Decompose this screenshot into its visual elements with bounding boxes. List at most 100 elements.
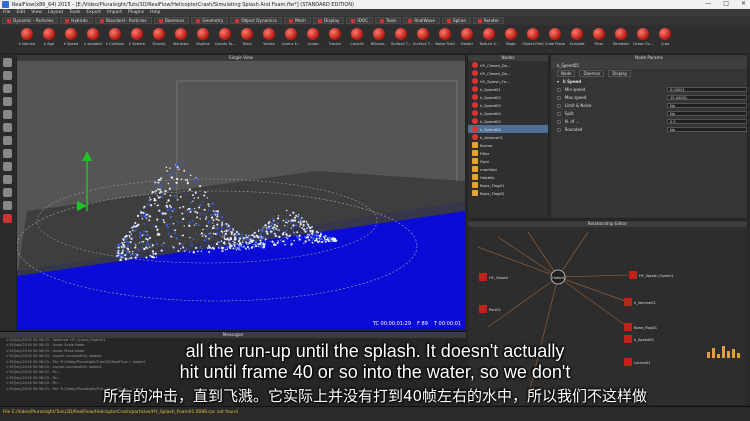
tab-daemon[interactable]: Daemon: [579, 69, 605, 77]
move-tool-icon[interactable]: [3, 71, 12, 80]
toolbar-button[interactable]: Vortex: [258, 25, 280, 54]
gear-icon[interactable]: [3, 149, 12, 158]
toolbar-button[interactable]: Coords To...: [214, 25, 236, 54]
node-row[interactable]: k_Volume01: [468, 133, 548, 141]
toolbar-button[interactable]: Texture V...: [478, 25, 500, 54]
toolbar-button[interactable]: Limbo: [302, 25, 324, 54]
menu-item-view[interactable]: View: [31, 10, 42, 15]
param-value[interactable]: No: [667, 110, 747, 116]
daemon-icon[interactable]: [3, 201, 12, 210]
shelf-tab[interactable]: Object Dynamics: [230, 17, 282, 24]
toolbar-button[interactable]: Attractor: [170, 25, 192, 54]
node-row[interactable]: Bone_Flag02: [468, 189, 548, 197]
toolbar-button[interactable]: Heater: [456, 25, 478, 54]
checkbox-icon[interactable]: □: [557, 103, 561, 108]
node-row[interactable]: Burner: [468, 141, 548, 149]
select-tool-icon[interactable]: [3, 58, 12, 67]
shelf-tab[interactable]: Mesh: [283, 17, 311, 24]
shelf-tab[interactable]: RealWave: [403, 17, 440, 24]
param-value[interactable]: No: [667, 102, 747, 108]
toolbar-button[interactable]: Dspline: [192, 25, 214, 54]
param-value[interactable]: 0.00001: [667, 86, 747, 92]
record-icon[interactable]: [3, 214, 12, 223]
shelf-tab[interactable]: Spline: [441, 17, 471, 24]
node-row[interactable]: k_Speed03: [468, 101, 548, 109]
toolbar-button[interactable]: k Age: [38, 25, 60, 54]
menu-item-layout[interactable]: Layout: [48, 10, 63, 15]
toolbar-button[interactable]: Ocean Fo...: [632, 25, 654, 54]
shelf-tab[interactable]: IDOC: [346, 17, 374, 24]
menu-item-help[interactable]: Help: [150, 10, 160, 15]
checkbox-icon[interactable]: □: [557, 95, 561, 100]
toolbar-button[interactable]: Surface T...: [412, 25, 434, 54]
emitter-icon[interactable]: [3, 188, 12, 197]
tab-display[interactable]: Display: [608, 69, 632, 77]
toolbar-button[interactable]: Crea: [654, 25, 676, 54]
checkbox-icon[interactable]: □: [557, 119, 561, 124]
toolbar-button[interactable]: Scripted: [566, 25, 588, 54]
node-row[interactable]: k_Speed06: [468, 125, 548, 133]
node-row[interactable]: k_Speed05: [468, 117, 548, 125]
node-row[interactable]: HY_Closed_Do...: [468, 69, 548, 77]
shelf-tab[interactable]: Hybrido: [60, 17, 93, 24]
param-value[interactable]: 15.00001: [667, 94, 747, 100]
menu-item-export[interactable]: Export: [86, 10, 101, 15]
toolbar-button[interactable]: Lorenz E...: [280, 25, 302, 54]
toolbar-button[interactable]: k Collision: [104, 25, 126, 54]
menu-item-import[interactable]: Import: [107, 10, 122, 15]
toolbar-button[interactable]: Object Field: [522, 25, 544, 54]
toolbar-button[interactable]: Cube Plane: [544, 25, 566, 54]
grid-icon[interactable]: [3, 162, 12, 171]
toolbar-button[interactable]: Gravity: [148, 25, 170, 54]
chevron-down-icon[interactable]: ▾: [557, 79, 559, 84]
tab-node[interactable]: Node: [557, 69, 576, 77]
link-icon[interactable]: [3, 175, 12, 184]
checkbox-icon[interactable]: □: [557, 127, 561, 132]
param-value[interactable]: 0.5: [667, 118, 747, 124]
single-view-viewport[interactable]: Single View TC 00:00:01:29 F 89 T 00:00:…: [16, 54, 466, 331]
toolbar-button[interactable]: Coriolis: [346, 25, 368, 54]
param-value[interactable]: No: [667, 126, 747, 132]
toolbar-button[interactable]: Wind: [236, 25, 258, 54]
node-row[interactable]: HY_Splash_Fo...: [468, 77, 548, 85]
relationship-node[interactable]: k_Volume01: [624, 298, 656, 306]
toolbar-button[interactable]: k Sphere: [126, 25, 148, 54]
toolbar-button[interactable]: Noise Field: [434, 25, 456, 54]
shelf-tab[interactable]: Standard - Particles: [94, 17, 152, 24]
relationship-node[interactable]: HY_Splash_Foam01: [629, 271, 674, 279]
node-row[interactable]: HY_Closed_Do...: [468, 61, 548, 69]
shelf-tab[interactable]: Tools: [375, 17, 402, 24]
toolbar-button[interactable]: Magic: [500, 25, 522, 54]
checkbox-icon[interactable]: □: [557, 111, 561, 116]
viewport-scene[interactable]: [17, 61, 465, 330]
toolbar-button[interactable]: Surface T...: [390, 25, 412, 54]
node-row[interactable]: Hobbits: [468, 173, 548, 181]
shelf-tab[interactable]: Daemons: [153, 17, 190, 24]
sphere-tool-icon[interactable]: [3, 136, 12, 145]
rotate-tool-icon[interactable]: [3, 84, 12, 93]
toolbar-button[interactable]: k Volume: [16, 25, 38, 54]
node-row[interactable]: manifold: [468, 165, 548, 173]
node-row[interactable]: Filter: [468, 149, 548, 157]
menu-item-edit[interactable]: Edit: [17, 10, 26, 15]
light-tool-icon[interactable]: [3, 123, 12, 132]
menu-item-plugins[interactable]: Plugins: [128, 10, 144, 15]
minimize-button[interactable]: —: [705, 0, 711, 7]
close-button[interactable]: ✕: [741, 0, 746, 7]
relationship-node[interactable]: Part02: [479, 305, 501, 313]
node-row[interactable]: Swirl: [468, 157, 548, 165]
toolbar-button[interactable]: k Speed: [60, 25, 82, 54]
relationship-node[interactable]: HY_Closed: [479, 273, 508, 281]
camera-tool-icon[interactable]: [3, 110, 12, 119]
node-row[interactable]: k_Speed04: [468, 109, 548, 117]
relationship-node[interactable]: Bone_Flag01: [624, 323, 657, 331]
node-row[interactable]: Bone_Flag01: [468, 181, 548, 189]
shelf-tab[interactable]: Dynamic - Particles: [2, 17, 59, 24]
toolbar-button[interactable]: Bilinear...: [368, 25, 390, 54]
node-row[interactable]: k_Speed01: [468, 85, 548, 93]
shelf-tab[interactable]: Display: [312, 17, 345, 24]
node-row[interactable]: k_Speed02: [468, 93, 548, 101]
shelf-tab[interactable]: Render: [472, 17, 504, 24]
toolbar-button[interactable]: Filter: [588, 25, 610, 54]
maximize-button[interactable]: □: [723, 0, 729, 7]
